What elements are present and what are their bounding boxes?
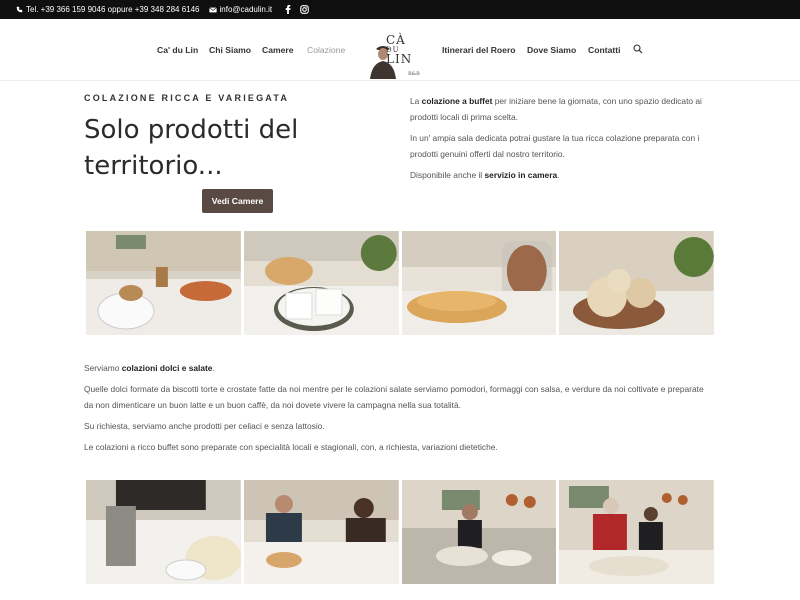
vedi-camere-button[interactable]: Vedi Camere (202, 189, 273, 213)
section-eyebrow: COLAZIONE RICCA E VARIEGATA (84, 93, 290, 103)
phone-info: Tel. +39 366 159 9046 oppure +39 348 284… (16, 5, 200, 14)
gallery-photo[interactable] (243, 480, 399, 584)
gallery-photo[interactable] (559, 231, 714, 335)
search-icon[interactable] (633, 44, 643, 54)
intro-paragraph-3: Disponibile anche il servizio in camera. (410, 170, 560, 180)
body-paragraph-4: Le colazioni a ricco buffet sono prepara… (84, 442, 498, 452)
nav-item-camere[interactable]: Camere (262, 45, 294, 55)
breakfast-description: Serviamo colazioni dolci e salate. Quell… (84, 360, 714, 460)
instagram-icon[interactable] (300, 5, 309, 14)
nav-item-chi-siamo[interactable]: Chi Siamo (209, 45, 251, 55)
phone-text[interactable]: Tel. +39 366 159 9046 oppure +39 348 284… (26, 5, 200, 14)
email-text[interactable]: info@cadulin.it (220, 5, 273, 14)
site-header: Ca' du Lin Chi Siamo Camere Colazione CÀ… (0, 19, 800, 81)
top-bar: Tel. +39 366 159 9046 oppure +39 348 284… (0, 0, 800, 19)
phone-icon (16, 6, 23, 13)
gallery-photo[interactable] (559, 480, 714, 584)
nav-item-ca-du-lin[interactable]: Ca' du Lin (157, 45, 198, 55)
nav-item-itinerari[interactable]: Itinerari del Roero (442, 45, 516, 55)
nav-item-contatti[interactable]: Contatti (588, 45, 620, 55)
email-info: info@cadulin.it (208, 5, 273, 14)
nav-item-colazione[interactable]: Colazione (307, 45, 345, 55)
gallery-photo[interactable] (401, 480, 557, 584)
intro-paragraph-2: In un' ampia sala dedicata potrai gustar… (410, 133, 700, 159)
breakfast-gallery-top (86, 231, 714, 335)
breakfast-gallery-bottom (86, 480, 714, 584)
logo-text: CÀ DU LIN (386, 33, 413, 66)
intro-paragraph-1: La colazione a buffet per iniziare bene … (410, 96, 702, 122)
gallery-photo[interactable] (243, 231, 399, 335)
nav-item-dove-siamo[interactable]: Dove Siamo (527, 45, 576, 55)
gallery-photo[interactable] (86, 480, 241, 584)
facebook-icon[interactable] (285, 5, 291, 14)
body-paragraph-3: Su richiesta, serviamo anche prodotti pe… (84, 421, 325, 431)
logo-sub: B&B (408, 71, 420, 77)
body-paragraph-1: Serviamo colazioni dolci e salate. (84, 363, 215, 373)
intro-text: La colazione a buffet per iniziare bene … (410, 93, 720, 188)
page-title: Solo prodotti del territorio... (84, 115, 299, 181)
body-paragraph-2: Quelle dolci formate da biscotti torte e… (84, 384, 704, 410)
mail-icon (208, 6, 217, 12)
site-logo[interactable]: CÀ DU LIN B&B (368, 33, 422, 83)
gallery-photo[interactable] (401, 231, 557, 335)
gallery-photo[interactable] (86, 231, 241, 335)
